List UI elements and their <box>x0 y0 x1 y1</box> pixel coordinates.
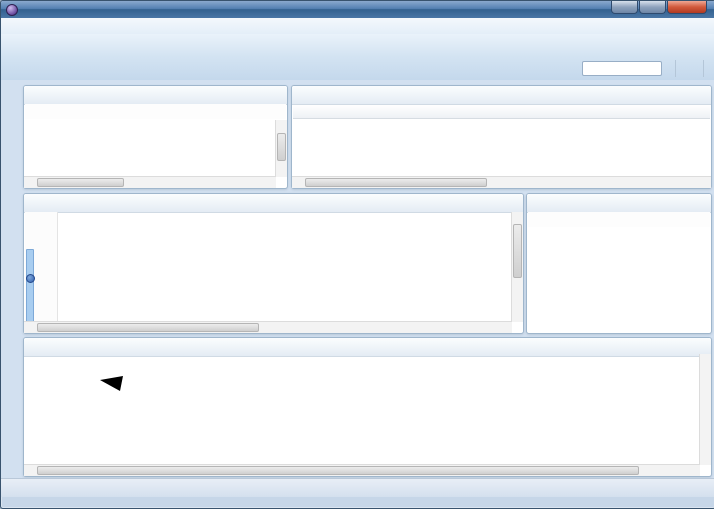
annotation-arrow-shaft <box>119 384 220 400</box>
outline-view-tabs <box>527 194 711 213</box>
editor <box>23 193 524 334</box>
toolbar-separator <box>675 60 676 77</box>
annotation-overlay <box>24 352 709 464</box>
scroll-right-arrow[interactable] <box>266 178 276 188</box>
scroll-down-arrow[interactable] <box>700 455 710 465</box>
debug-tree <box>25 120 275 177</box>
variables-table-header <box>293 105 710 119</box>
console-view-tabs <box>24 338 711 357</box>
editor-tabs <box>24 194 523 213</box>
scroll-thumb[interactable] <box>277 133 286 161</box>
editor-vertical-scrollbar[interactable] <box>511 212 523 322</box>
scroll-thumb[interactable] <box>513 224 522 278</box>
code-area[interactable] <box>62 213 511 321</box>
debug-horizontal-scrollbar[interactable] <box>24 176 276 188</box>
window-controls <box>610 1 707 14</box>
main-toolbar <box>1 34 714 57</box>
console-horizontal-scrollbar[interactable] <box>24 464 700 476</box>
scroll-right-arrow[interactable] <box>502 323 512 333</box>
scroll-thumb[interactable] <box>37 323 259 332</box>
title-bar[interactable] <box>1 1 714 18</box>
outline-view <box>526 193 712 334</box>
scroll-up-arrow[interactable] <box>512 212 522 222</box>
scroll-down-arrow[interactable] <box>512 312 522 322</box>
scroll-left-arrow[interactable] <box>24 466 34 476</box>
editor-horizontal-scrollbar[interactable] <box>24 321 512 333</box>
scroll-thumb[interactable] <box>37 466 639 475</box>
annotation-arrow-head <box>100 376 123 391</box>
annotation-circle <box>28 360 107 384</box>
scroll-right-arrow[interactable] <box>690 466 700 476</box>
outline-tree <box>529 230 709 331</box>
debug-view-tabs <box>24 86 287 105</box>
eclipse-window <box>0 0 714 509</box>
scroll-thumb[interactable] <box>305 178 487 187</box>
scroll-left-arrow[interactable] <box>292 178 302 188</box>
annotation-circle-outer <box>25 357 110 387</box>
quick-access-input[interactable] <box>582 61 662 76</box>
status-bar <box>1 478 714 497</box>
variables-table <box>293 118 710 177</box>
scroll-down-arrow[interactable] <box>276 167 286 177</box>
debug-view-toolbar <box>25 104 286 119</box>
minimize-button[interactable] <box>611 1 638 14</box>
workbench <box>1 80 714 485</box>
menu-bar <box>1 18 714 35</box>
scroll-right-arrow[interactable] <box>701 178 711 188</box>
scroll-thumb[interactable] <box>37 178 124 187</box>
console-view <box>23 337 712 477</box>
variables-view <box>291 85 712 189</box>
scroll-left-arrow[interactable] <box>24 178 34 188</box>
toolbar-separator <box>703 60 704 77</box>
scroll-left-arrow[interactable] <box>24 323 34 333</box>
variables-view-tabs <box>292 86 711 105</box>
view-min-max <box>701 194 711 212</box>
maximize-button[interactable] <box>639 1 666 14</box>
scroll-up-arrow[interactable] <box>700 354 710 364</box>
open-perspective-button[interactable] <box>682 61 697 76</box>
debug-vertical-scrollbar[interactable] <box>275 120 287 177</box>
view-min-max <box>513 194 523 212</box>
console-vertical-scrollbar[interactable] <box>699 354 711 465</box>
eclipse-logo-icon <box>6 4 18 16</box>
scroll-up-arrow[interactable] <box>276 120 286 130</box>
outline-view-toolbar <box>528 212 710 227</box>
close-button[interactable] <box>667 1 707 14</box>
view-min-max <box>701 86 711 104</box>
variables-horizontal-scrollbar[interactable] <box>292 176 711 188</box>
debug-view <box>23 85 288 189</box>
secondary-toolbar <box>1 57 714 81</box>
line-numbers <box>33 213 51 322</box>
view-min-max <box>277 86 287 104</box>
